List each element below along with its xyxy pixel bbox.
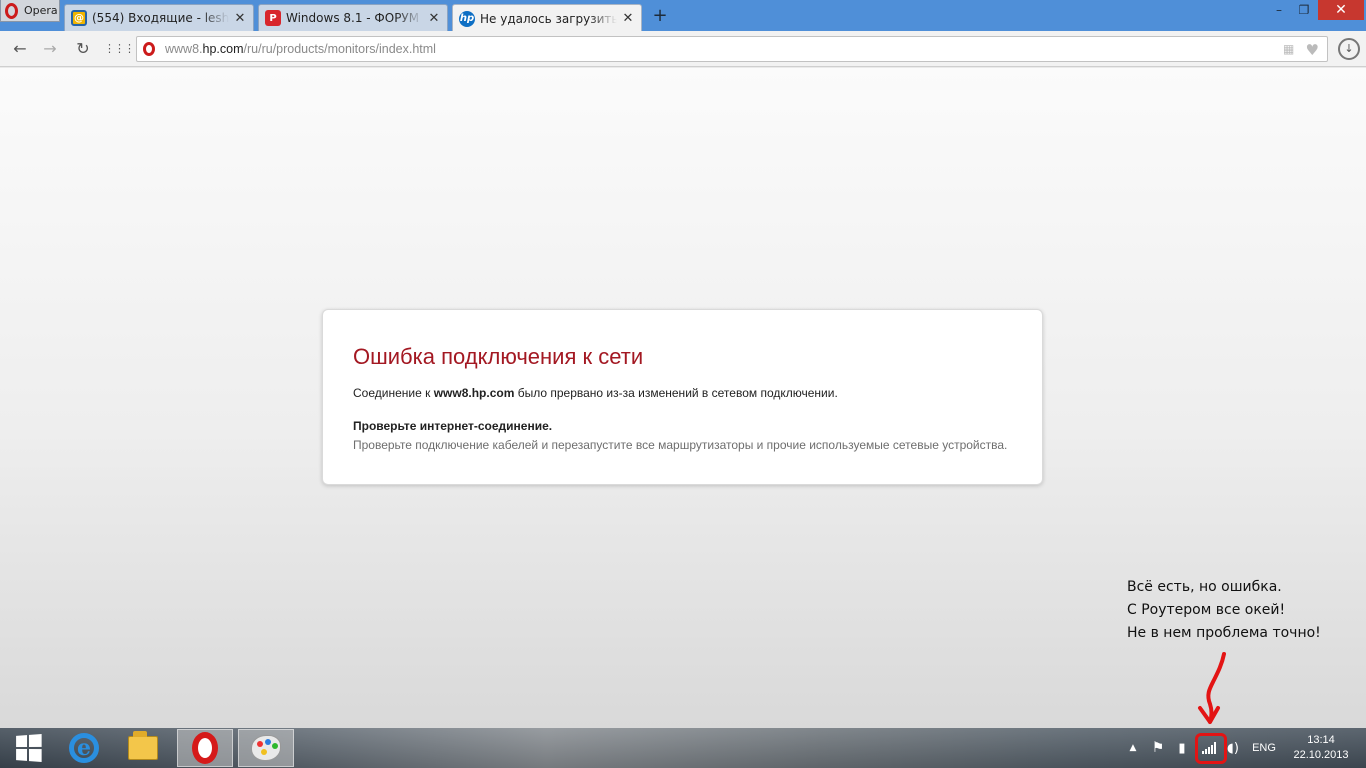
stash-heart-icon[interactable]: ♥ [1306, 41, 1319, 59]
back-button[interactable]: ← [9, 38, 31, 60]
error-message-text: Соединение к [353, 386, 434, 400]
tab-forum[interactable]: P Windows 8.1 - ФОРУМ на ✕ [258, 4, 448, 31]
action-center-flag-icon[interactable]: ⚑ [1148, 728, 1168, 768]
taskbar-ie[interactable]: e [56, 729, 112, 767]
forum-favicon-icon: P [265, 10, 281, 26]
clock[interactable]: 13:14 22.10.2013 [1288, 728, 1354, 768]
tab-mail[interactable]: @ (554) Входящие - leshka_g ✕ [64, 4, 254, 31]
annotation-line: Всё есть, но ошибка. [1127, 579, 1282, 595]
taskbar-opera[interactable] [177, 729, 233, 767]
opera-menu-label: Opera [24, 4, 58, 17]
error-title: Ошибка подключения к сети [353, 344, 644, 369]
hp-favicon-icon: hp [459, 10, 475, 27]
tab-title: Не удалось загрузить http [480, 11, 617, 26]
opera-icon [192, 732, 218, 764]
close-window-button[interactable]: ✕ [1318, 0, 1364, 20]
clock-date: 22.10.2013 [1293, 749, 1349, 761]
red-highlight-box [1195, 733, 1227, 764]
clock-time: 13:14 [1307, 734, 1335, 746]
paint-icon [251, 735, 281, 761]
tab-hp-error[interactable]: hp Не удалось загрузить http ✕ [452, 4, 642, 32]
start-button[interactable] [0, 729, 56, 767]
annotation-text: Всё есть, но ошибка. С Роутером все окей… [1127, 576, 1321, 645]
tab-close-icon[interactable]: ✕ [621, 11, 635, 26]
language-indicator[interactable]: ENG [1248, 728, 1280, 768]
download-icon[interactable]: ↓ [1338, 38, 1360, 60]
speed-dial-add-icon[interactable]: ▦ [1283, 43, 1297, 55]
internet-explorer-icon: e [69, 733, 99, 763]
mail-favicon-icon: @ [71, 10, 87, 26]
annotation-line: С Роутером все окей! [1127, 602, 1286, 618]
maximize-button[interactable]: ❐ [1292, 0, 1316, 20]
url-host: hp.com [202, 42, 244, 56]
opera-menu-button[interactable]: Opera [0, 0, 60, 22]
browser-toolbar: ← → ↻ ⋮⋮⋮ www8. hp.com/ru/ru/products/mon… [0, 31, 1366, 67]
url-prefix: www8. [165, 42, 203, 56]
reload-button[interactable]: ↻ [72, 38, 94, 60]
taskbar-paint[interactable] [238, 729, 294, 767]
check-connection-title: Проверьте интернет-соединение. [353, 419, 553, 433]
tab-title: (554) Входящие - leshka_g [92, 11, 229, 25]
tab-close-icon[interactable]: ✕ [233, 11, 247, 26]
error-host: www8.hp.com [433, 386, 515, 400]
tab-close-icon[interactable]: ✕ [427, 11, 441, 26]
opera-logo-icon [5, 2, 18, 19]
error-message-text: было прервано из-за изменений в сетевом … [514, 386, 838, 400]
new-tab-button[interactable]: + [650, 6, 670, 26]
forward-button[interactable]: → [39, 38, 61, 60]
tab-strip: Opera @ (554) Входящие - leshka_g ✕ P Wi… [0, 0, 1366, 32]
error-message: Соединение к www8.hp.com было прервано и… [353, 386, 1012, 400]
tab-title: Windows 8.1 - ФОРУМ на [286, 11, 423, 25]
battery-icon[interactable]: ▮ [1172, 728, 1192, 768]
start-windows-icon [16, 734, 42, 762]
check-connection-text: Проверьте подключение кабелей и перезапу… [353, 438, 1008, 452]
annotation-line: Не в нем проблема точно! [1127, 625, 1321, 641]
url-path: /ru/ru/products/monitors/index.html [243, 42, 436, 56]
taskbar: e ▲ ⚑ ▮ ◖) ENG 13:14 22.10.2013 [0, 728, 1366, 768]
taskbar-explorer[interactable] [115, 729, 171, 767]
minimize-button[interactable]: – [1266, 0, 1292, 20]
speed-dial-button[interactable]: ⋮⋮⋮ [104, 38, 135, 60]
red-arrow-icon [1198, 652, 1226, 724]
file-explorer-icon [128, 731, 158, 760]
address-bar[interactable]: www8. hp.com/ru/ru/products/monitors/inde… [136, 36, 1328, 62]
show-hidden-icons-button[interactable]: ▲ [1126, 728, 1140, 768]
error-card: Ошибка подключения к сети Соединение к w… [322, 309, 1043, 485]
opera-security-icon[interactable] [143, 42, 155, 56]
